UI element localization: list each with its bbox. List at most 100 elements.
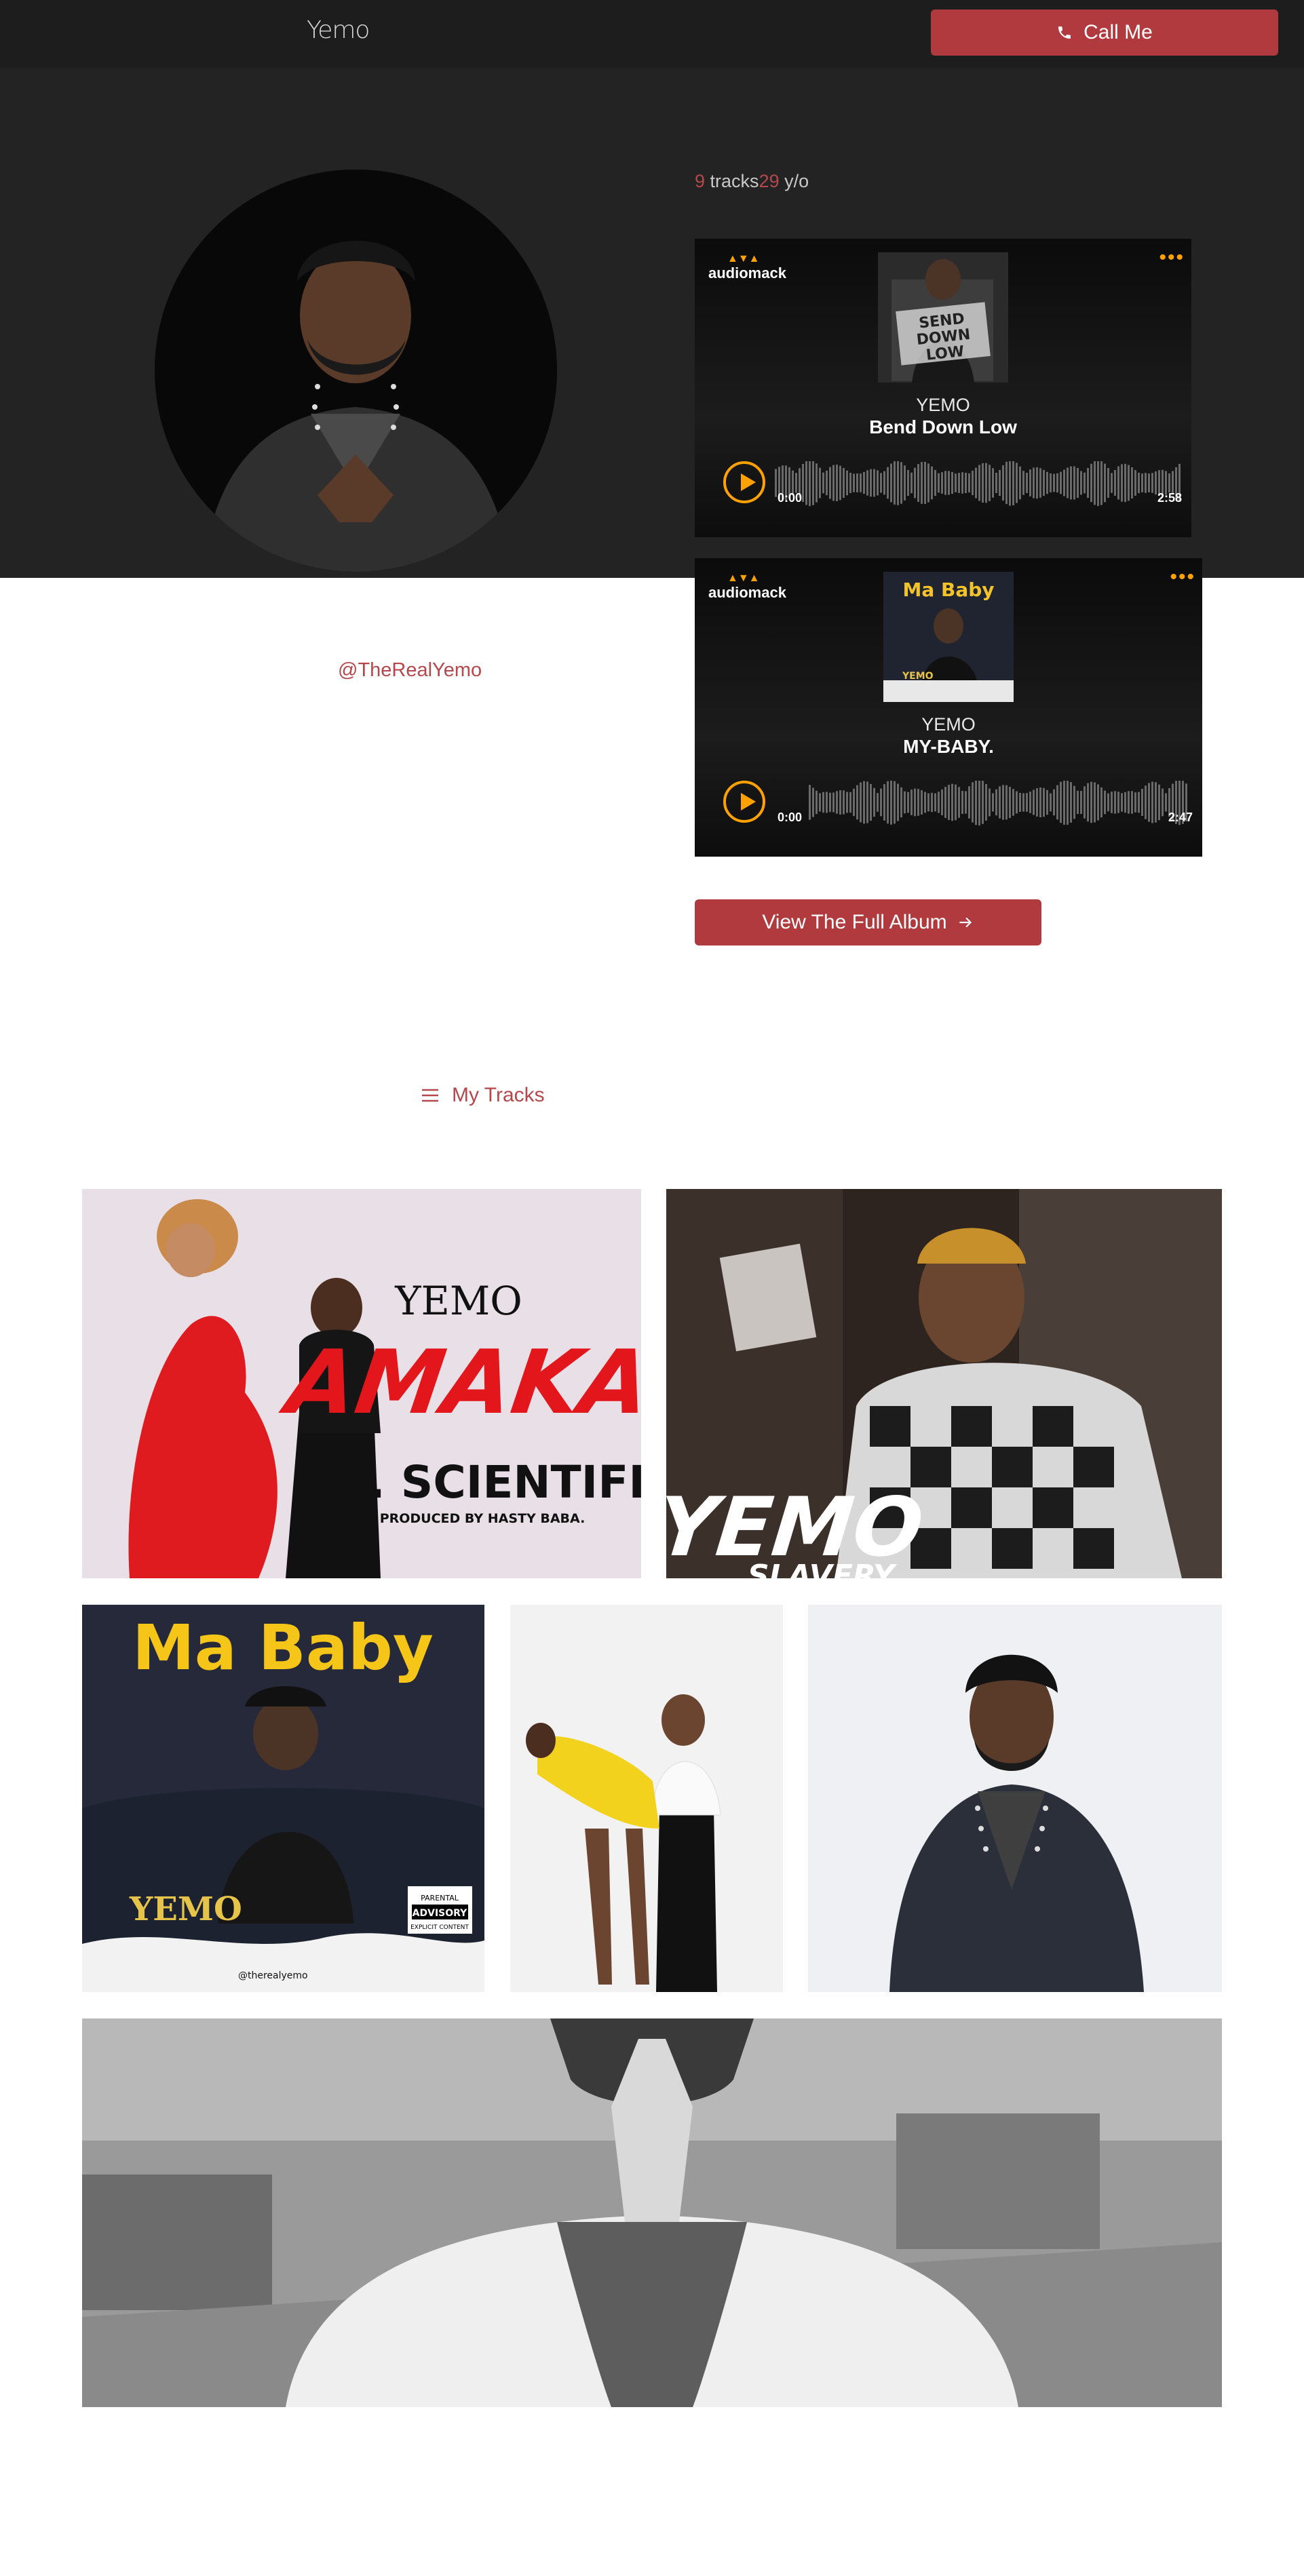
waveform-bar [897, 461, 899, 505]
audiomack-logo[interactable]: ▲▼▲ audiomack [708, 573, 786, 602]
waveform-bar [836, 791, 838, 814]
waveform-bar [880, 473, 882, 493]
svg-text:@therealyemo: @therealyemo [238, 1970, 308, 1981]
waveform-bar [1077, 790, 1079, 815]
waveform-bar [856, 473, 858, 492]
waveform-bar [1016, 463, 1018, 503]
waveform-bar [1063, 469, 1065, 496]
waveform-bar [951, 783, 953, 821]
call-me-button[interactable]: Call Me [931, 9, 1278, 56]
waveform-bar [863, 781, 865, 824]
gallery-image-praying[interactable] [82, 2018, 1222, 2407]
waveform-bar [829, 467, 831, 499]
waveform-bar [849, 473, 851, 493]
waveform-bar [1060, 781, 1062, 823]
waveform-bar [910, 472, 913, 494]
play-button[interactable] [723, 781, 765, 823]
waveform-bar [1067, 781, 1069, 825]
play-button[interactable] [723, 461, 765, 503]
waveform-bar [921, 790, 923, 815]
waveform-bar [1050, 473, 1052, 493]
waveform-bar [1155, 471, 1157, 495]
waveform-bar [931, 466, 933, 500]
tracks-label: tracks [705, 171, 759, 191]
waveform-bar [1005, 785, 1008, 820]
audiomack-player-2: ▲▼▲ audiomack ••• Ma Baby YEMO YEMO MY-B… [695, 558, 1202, 857]
waveform-bar [1117, 792, 1119, 813]
waveform-bar [839, 465, 841, 501]
time-current: 0:00 [778, 491, 803, 505]
waveform-bar [1148, 473, 1150, 492]
waveform-bar [1107, 468, 1109, 498]
waveform-1[interactable] [775, 461, 1182, 513]
waveform-bar [866, 470, 868, 496]
waveform-bar [843, 790, 845, 815]
waveform-bar [1056, 785, 1058, 820]
svg-text:YEMO: YEMO [129, 1890, 242, 1928]
audiomack-logo[interactable]: ▲▼▲ audiomack [708, 254, 786, 282]
waveform-bar [1029, 792, 1031, 813]
waveform-bar [795, 473, 797, 493]
waveform-bar [1060, 471, 1062, 494]
waveform-bar [968, 786, 970, 819]
waveform-bar [958, 473, 960, 493]
artist-stats: 9 tracks29 y/o [695, 171, 809, 192]
track-cover-art: Ma Baby YEMO [883, 572, 1014, 702]
site-logo[interactable]: Yemo [307, 16, 370, 44]
waveform-bar [948, 471, 950, 495]
waveform-bar [904, 465, 906, 501]
waveform-bar [1151, 781, 1153, 823]
svg-text:PRODUCED BY HASTY BABA.: PRODUCED BY HASTY BABA. [380, 1511, 586, 1526]
waveform-bar [1155, 782, 1157, 823]
track-title: MY-BABY. [903, 736, 994, 757]
my-tracks-link[interactable]: My Tracks [421, 1084, 545, 1107]
phone-icon [1058, 26, 1071, 39]
gallery-image-ma-baby[interactable]: Ma Baby YEMO PARENTAL ADVISORY EXPLICIT … [82, 1605, 484, 1992]
age-value: 29 [759, 171, 780, 191]
gallery-image-amaka[interactable]: YEMO AMAKA FT. SCIENTIFIC PRODUCED BY HA… [82, 1189, 641, 1578]
gallery-image-portrait[interactable] [808, 1605, 1222, 1992]
waveform-bar [883, 471, 885, 495]
audiomack-flame-icon: ▲▼▲ [727, 572, 760, 584]
waveform-bar [968, 473, 970, 493]
more-options-icon[interactable]: ••• [1170, 567, 1195, 587]
waveform-bar [880, 788, 882, 817]
waveform-bar [1080, 471, 1082, 495]
waveform-bar [1100, 461, 1102, 505]
waveform-bar [1141, 789, 1143, 816]
waveform-bar [775, 469, 777, 497]
waveform-bar [1131, 467, 1133, 499]
waveform-bar [999, 786, 1001, 819]
waveform-bar [1036, 467, 1038, 499]
waveform-bar [1056, 473, 1058, 493]
waveform-bar [941, 472, 943, 494]
waveform-bar [873, 787, 875, 817]
waveform-bar [927, 463, 929, 503]
waveform-bar [812, 461, 814, 505]
more-options-icon[interactable]: ••• [1159, 248, 1185, 268]
waveform-bar [1033, 789, 1035, 815]
waveform-bar [914, 467, 916, 499]
waveform-bar [1094, 461, 1096, 505]
waveform-bar [1134, 470, 1136, 496]
waveform-bar [1012, 789, 1014, 816]
waveform-bar [809, 461, 811, 507]
waveform-bar [989, 465, 991, 501]
waveform-bar [965, 791, 967, 814]
artist-avatar [155, 170, 557, 572]
waveform-bar [944, 471, 946, 495]
waveform-bar [887, 467, 889, 499]
waveform-bar [860, 782, 862, 823]
waveform-bar [887, 781, 889, 824]
view-full-album-button[interactable]: View The Full Album [695, 899, 1041, 945]
waveform-bar [1053, 473, 1055, 492]
waveform-bar [1080, 790, 1082, 815]
social-handle[interactable]: @TheRealYemo [338, 659, 482, 682]
track-artist: YEMO [921, 714, 976, 735]
waveform-bar [904, 791, 906, 814]
call-me-label: Call Me [1084, 21, 1153, 43]
waveform-2[interactable] [809, 781, 1189, 832]
gallery-image-slavery[interactable]: YEMO SLAVERY [666, 1189, 1222, 1578]
waveform-bar [836, 464, 838, 502]
gallery-image-couple[interactable] [510, 1605, 783, 1992]
